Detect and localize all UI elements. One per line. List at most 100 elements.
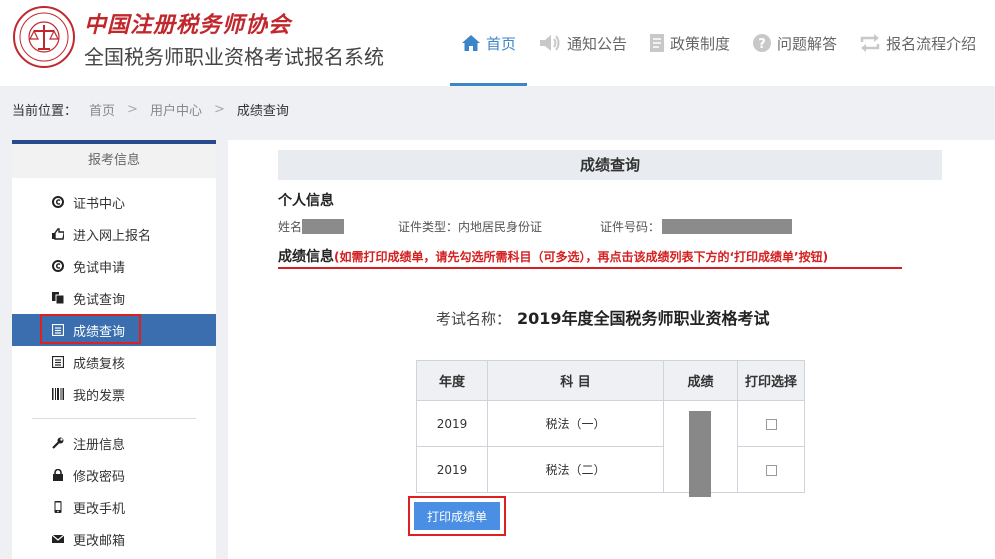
main-panel: 成绩查询 个人信息 姓名 证件类型： 内地居民身份证 证件号码： 成绩信息 (如…: [228, 140, 995, 559]
sidebar-item-score-query[interactable]: 成绩查询: [12, 314, 216, 346]
copy-icon: [52, 292, 64, 304]
list-icon: [52, 356, 64, 368]
sidebar-item-label: 更改手机: [73, 501, 126, 517]
print-instruction-tip: (如需打印成绩单，请先勾选所需科目（可多选），再点击该成绩列表下方的‘打印成绩单…: [334, 250, 829, 264]
mail-icon: [52, 533, 64, 545]
hand-point-icon: [52, 228, 64, 240]
sidebar-item-exemption-query[interactable]: 免试查询: [12, 282, 216, 314]
print-checkbox[interactable]: [765, 464, 777, 476]
table-row: 2019 税法（一）: [416, 400, 805, 497]
flow-icon: [860, 34, 880, 52]
breadcrumb-user-center[interactable]: 用户中心: [150, 100, 202, 119]
nav-policy[interactable]: 政策制度: [638, 0, 741, 86]
column-header-year: 年度: [416, 360, 488, 401]
score-info-title: 成绩信息: [278, 249, 334, 265]
breadcrumb-separator: >: [127, 102, 138, 117]
exam-name-value: 2019年度全国税务师职业资格考试: [517, 309, 770, 328]
cell-score-redacted: [663, 400, 738, 497]
sidebar-item-change-phone[interactable]: 更改手机: [12, 491, 216, 523]
sidebar-item-change-email[interactable]: 更改邮箱: [12, 523, 216, 555]
annotation-underline: [278, 267, 902, 269]
brand-title: 中国注册税务师协会: [84, 12, 292, 38]
personal-info-title: 个人信息: [278, 193, 334, 209]
sidebar-item-my-invoice[interactable]: 我的发票: [12, 378, 216, 410]
name-redacted: [302, 219, 345, 234]
phone-icon: [52, 501, 64, 513]
nav-policy-label: 政策制度: [670, 34, 731, 53]
name-label: 姓名: [278, 220, 303, 234]
id-type-value: 内地居民身份证: [458, 220, 543, 234]
sidebar-item-label: 注册信息: [73, 437, 126, 453]
sidebar-item-label: 进入网上报名: [73, 228, 152, 244]
column-header-score: 成绩: [663, 360, 738, 401]
breadcrumb-separator: >: [213, 102, 225, 117]
wrench-icon: [52, 437, 64, 449]
sidebar-item-online-registration[interactable]: 进入网上报名: [12, 218, 216, 250]
cell-subject: 税法（二）: [487, 446, 664, 493]
breadcrumb-label: 当前位置：: [12, 104, 78, 119]
sidebar-item-label: 我的发票: [73, 388, 126, 404]
nav-faq[interactable]: ? 问题解答: [741, 0, 848, 86]
cell-subject: 税法（一）: [487, 400, 664, 447]
cell-year: 2019: [416, 400, 488, 447]
cell-print-select: [737, 400, 805, 447]
speaker-icon: [540, 35, 560, 51]
sidebar-item-label: 免试申请: [73, 260, 126, 276]
sidebar: 报考信息 证书中心 进入网上报名 免试申请 免试查询 成绩查询 成绩复核 我的发…: [12, 140, 216, 559]
nav-home-label: 首页: [486, 34, 517, 53]
column-header-subject: 科 目: [487, 360, 664, 401]
annotation-highlight-box: [40, 314, 141, 344]
sidebar-item-label: 免试查询: [73, 292, 126, 308]
sidebar-item-label: 修改密码: [73, 469, 126, 485]
barcode-icon: [52, 388, 64, 400]
sidebar-item-change-password[interactable]: 修改密码: [12, 459, 216, 491]
circle-c-icon: [52, 196, 64, 208]
nav-faq-label: 问题解答: [777, 34, 838, 53]
nav-process-label: 报名流程介绍: [886, 34, 977, 53]
id-number-label: 证件号码：: [600, 220, 661, 234]
cell-print-select: [737, 446, 805, 493]
score-redacted: [689, 411, 711, 497]
exam-name-label: 考试名称：: [436, 310, 512, 328]
association-seal-logo: [13, 6, 75, 68]
personal-info-row: 姓名 证件类型： 内地居民身份证 证件号码：: [278, 218, 793, 235]
sidebar-item-score-review[interactable]: 成绩复核: [12, 346, 216, 378]
breadcrumb-current: 成绩查询: [236, 104, 289, 119]
section-title: 成绩查询: [278, 150, 942, 180]
circle-c-icon: [52, 260, 64, 272]
table-header-row: 年度 科 目 成绩 打印选择: [416, 360, 805, 401]
sidebar-title: 报考信息: [12, 144, 216, 178]
score-info-heading: 成绩信息 (如需打印成绩单，请先勾选所需科目（可多选），再点击该成绩列表下方的‘…: [278, 246, 828, 266]
score-table: 年度 科 目 成绩 打印选择 2019 税法（一） 2019 税法（二）: [416, 360, 805, 497]
system-title: 全国税务师职业资格考试报名系统: [84, 45, 384, 69]
exam-name: 考试名称： 2019年度全国税务师职业资格考试: [436, 305, 770, 329]
nav-notices[interactable]: 通知公告: [527, 0, 638, 86]
lock-icon: [52, 469, 64, 481]
sidebar-account-menu: 注册信息 修改密码 更改手机 更改邮箱: [12, 427, 216, 555]
nav-home[interactable]: 首页: [450, 0, 528, 86]
home-icon: [462, 35, 480, 51]
top-nav: 首页 通知公告 政策制度 ? 问题解答 报名流程介绍: [450, 0, 987, 86]
annotation-highlight-box: 打印成绩单: [408, 496, 506, 536]
id-number-redacted: [662, 219, 793, 234]
svg-text:?: ?: [758, 37, 766, 52]
sidebar-item-exemption-apply[interactable]: 免试申请: [12, 250, 216, 282]
sidebar-divider: [32, 418, 196, 419]
id-type-label: 证件类型：: [398, 220, 459, 234]
breadcrumb-home[interactable]: 首页: [89, 100, 115, 119]
print-checkbox[interactable]: [765, 418, 777, 430]
header: 中国注册税务师协会 全国税务师职业资格考试报名系统 首页 通知公告 政策制度 ?…: [0, 0, 995, 86]
sidebar-item-label: 更改邮箱: [73, 533, 126, 549]
sidebar-item-certificate-center[interactable]: 证书中心: [12, 186, 216, 218]
print-score-report-button[interactable]: 打印成绩单: [414, 502, 500, 530]
sidebar-item-registration-info[interactable]: 注册信息: [12, 427, 216, 459]
breadcrumb: 当前位置： 首页 > 用户中心 > 成绩查询: [12, 100, 289, 119]
nav-notices-label: 通知公告: [567, 34, 628, 53]
column-header-print-select: 打印选择: [737, 360, 805, 401]
nav-process[interactable]: 报名流程介绍: [848, 0, 987, 86]
question-icon: ?: [753, 34, 772, 52]
sidebar-menu: 证书中心 进入网上报名 免试申请 免试查询 成绩查询 成绩复核 我的发票: [12, 186, 216, 410]
table-row: 2019 税法（二）: [416, 446, 805, 493]
document-icon: [650, 34, 665, 52]
cell-year: 2019: [416, 446, 488, 493]
